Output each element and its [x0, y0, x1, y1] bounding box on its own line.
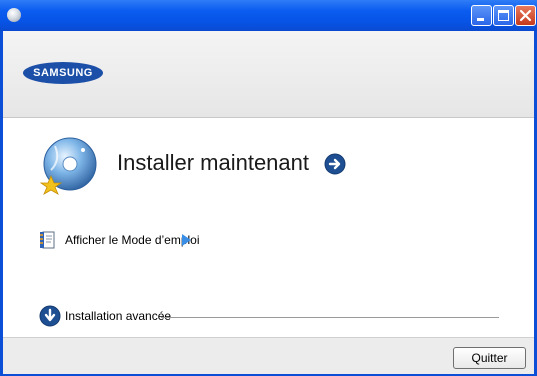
manual-book-icon [40, 231, 55, 249]
samsung-logo: SAMSUNG [22, 61, 104, 85]
arrow-right-circle-icon[interactable] [324, 153, 346, 175]
triangle-right-icon[interactable] [182, 234, 191, 246]
arrow-down-circle-icon[interactable] [39, 305, 61, 327]
installer-window: SAMSUNG Installer maintenant Afficher le… [0, 0, 537, 376]
install-cd-icon [39, 137, 97, 195]
samsung-logo-text: SAMSUNG [33, 67, 93, 79]
install-now-link[interactable]: Installer maintenant [117, 150, 309, 176]
separator-line [161, 317, 499, 318]
minimize-button[interactable] [471, 5, 492, 26]
header-band: SAMSUNG [3, 31, 534, 118]
footer-bar: Quitter [3, 337, 534, 374]
maximize-button[interactable] [493, 5, 514, 26]
app-disc-icon [7, 8, 21, 22]
quit-button[interactable]: Quitter [453, 347, 526, 369]
close-icon [519, 9, 532, 22]
advanced-install-link[interactable]: Installation avancée [65, 309, 171, 323]
title-bar[interactable] [0, 0, 537, 31]
maximize-icon [498, 10, 509, 21]
manual-link[interactable]: Afficher le Mode d’emploi [65, 233, 200, 247]
close-button[interactable] [515, 5, 536, 26]
minimize-icon [477, 18, 484, 21]
